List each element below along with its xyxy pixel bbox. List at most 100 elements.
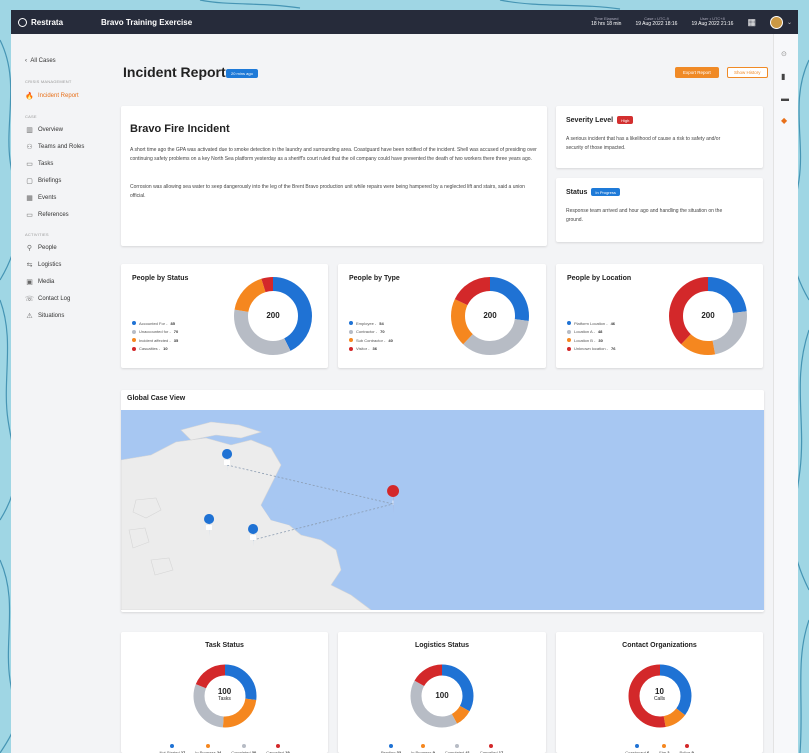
sidebar: ‹ All Cases CRISIS MANAGEMENT 🔥 Incident… [11,34,103,753]
chart-legend: Not Started 27 In Progress 24 Completed 30… [121,744,328,753]
task-status-card: Task Status 100 Tasks Not Started 27 In Pro… [121,632,328,753]
legend-item[interactable]: Unaccounted for -70 [132,328,178,337]
legend-item[interactable]: Accounted For -85 [132,319,178,328]
sidebar-item-label: Contact Log [38,296,71,302]
legend-value: 36 [372,346,377,352]
legend-dot [388,744,393,748]
legend-dot [132,329,136,334]
status-text: Response team arrived and hour ago and h… [566,208,723,223]
legend-item[interactable]: Completed 41 [445,744,470,753]
severity-text: A serious incident that has a likelihood… [566,136,721,151]
sidebar-item-teams[interactable]: ⚇ Teams and Roles [25,143,84,151]
user-time-value: 19 Aug 2022 21:16 [691,21,734,27]
sidebar-item-label: Teams and Roles [38,144,85,150]
legend-item[interactable]: Unknown location -76 [567,345,615,354]
donut-total-value: 100 [217,687,232,696]
sidebar-item-media[interactable]: ▣ Media [25,278,54,286]
legend-value: 30 [598,337,603,343]
legend-item[interactable]: Location B -30 [567,336,615,345]
main-content: Incident Report 20 mins ago Export Repor… [111,34,771,753]
legend-item[interactable]: Fire 2 [659,744,670,753]
sidebar-item-briefings[interactable]: ▢ Briefings [25,177,61,185]
legend-dot [349,346,353,351]
legend-dot [349,321,353,326]
sidebar-item-logistics[interactable]: ⇆ Logistics [25,261,62,269]
legend-dot [241,744,246,748]
legend-value: 76 [611,346,616,352]
map-svg: ! [121,410,764,610]
warning-icon: ⚠ [26,313,33,320]
legend-item[interactable]: Completed 30 [231,744,256,753]
legend-value: 54 [379,320,384,326]
section-crisis: CRISIS MANAGEMENT [25,79,72,84]
legend-item[interactable]: Police 9 [680,744,694,753]
donut-total: 10 Calls [640,687,680,702]
chart-title: Contact Organizations [622,642,697,649]
sidebar-item-situations[interactable]: ⚠ Situations [25,312,64,320]
grid-menu-icon[interactable]: ▦ [747,17,756,28]
legend-label: Unknown location - [574,346,609,352]
legend-item[interactable]: Cancelled 17 [480,744,503,753]
legend-item[interactable]: Visitor -36 [349,345,393,354]
notification-icon[interactable]: ◆ [781,116,787,125]
legend-item[interactable]: Contractor -70 [349,328,393,337]
donut-total: 100 Tasks [205,687,245,702]
severity-title: Severity Level [566,116,614,124]
contact-organizations-card: Contact Organizations 10 Calls Coastguard … [556,632,763,753]
legend-item[interactable]: Cancelled 19 [266,744,290,753]
legend-dot [275,744,280,748]
incident-title: Bravo Fire Incident [130,123,230,135]
legend-item[interactable]: Coastguard 6 [625,744,649,753]
people-icon: ⚇ [26,144,33,151]
legend-item[interactable]: Employee -54 [349,319,393,328]
time-elapsed-value: 18 hrs 18 min [591,21,622,27]
legend-item[interactable]: Casualties -10 [132,345,178,354]
legend-item[interactable]: Not Started 27 [159,744,185,753]
legend-dot [455,744,460,748]
logistics-status-card: Logistics Status 100 Pending 33 In Progres… [338,632,546,753]
brand-logo[interactable]: Restrata [11,17,101,27]
legend-item[interactable]: In Progress 24 [195,744,221,753]
chevron-down-icon[interactable]: ⌄ [787,19,792,26]
sidebar-item-overview[interactable]: ▥ Overview [25,126,63,134]
chart-title: Task Status [205,642,244,649]
brand-name: Restrata [31,17,64,27]
sidebar-item-contact-log[interactable]: ☏ Contact Log [25,295,70,303]
legend-item[interactable]: Platform Location -46 [567,319,615,328]
legend-label: Incident affected - [139,337,171,343]
sidebar-item-tasks[interactable]: ▭ Tasks [25,160,53,168]
incident-description-card: Bravo Fire Incident A short time ago the… [121,106,547,246]
sidebar-item-label: Media [38,279,55,285]
sidebar-item-incident-report[interactable]: 🔥 Incident Report [25,92,79,100]
back-to-all-cases[interactable]: ‹ All Cases [25,58,56,64]
legend-item[interactable]: Location A -48 [567,328,615,337]
legend-dot [684,744,689,748]
export-report-button[interactable]: Export Report [675,67,719,78]
chart-title: Logistics Status [414,642,470,649]
settings-icon[interactable]: ⊙ [781,50,787,58]
map[interactable]: ! [121,410,764,610]
sidebar-item-references[interactable]: ▭ References [25,211,69,219]
legend-item[interactable]: Sub Contractor -40 [349,336,393,345]
chart-legend: Platform Location -46 Location A -48 Locat… [567,319,615,353]
briefcase-icon[interactable]: ▬ [781,94,789,103]
chart-legend: Employee -54 Contractor -70 Sub Contractor… [349,319,393,353]
top-bar: Restrata Bravo Training Exercise Time El… [11,10,798,34]
show-history-button[interactable]: Show History [727,67,768,78]
legend-item[interactable]: Pending 33 [381,744,401,753]
user-time: User • UTC+8 19 Aug 2022 21:16 [691,17,733,27]
legend-dot [489,744,494,748]
legend-item[interactable]: Incident affected -35 [132,336,178,345]
sidebar-item-events[interactable]: ▦ Events [25,194,56,202]
legend-item[interactable]: In Progress 9 [411,744,435,753]
legend-value: 85 [170,320,175,326]
incident-paragraph-1: A short time ago the GPA was activated d… [130,147,537,162]
truck-icon: ⇆ [26,262,33,269]
legend-label: Contractor - [356,329,378,335]
user-avatar[interactable] [769,15,783,29]
sidebar-item-people[interactable]: ⚲ People [25,244,57,252]
status-title: Status [566,188,588,196]
people-by-type-card: People by Type Employee -54 Contractor -7… [338,264,546,368]
legend-dot [132,338,136,343]
document-icon[interactable]: ▮ [781,72,785,81]
